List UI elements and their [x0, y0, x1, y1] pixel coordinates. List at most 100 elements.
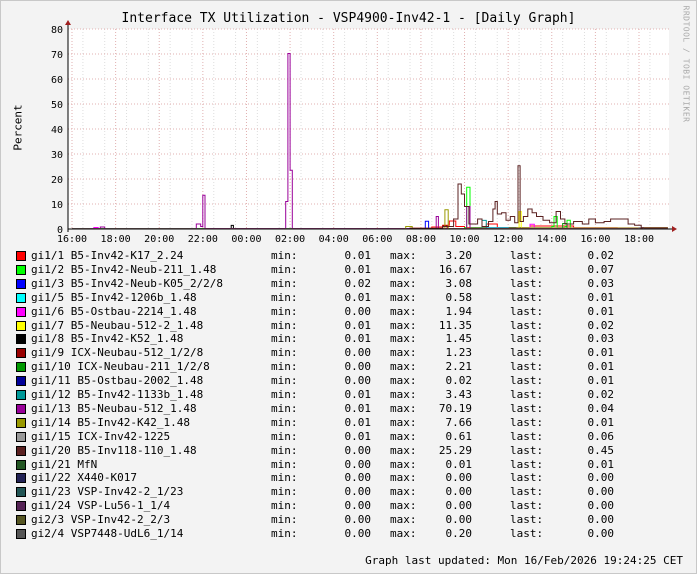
- legend-series-name: gi1/8 B5-Inv42-K52_1.48: [31, 332, 184, 346]
- legend-last-value: 0.02: [587, 249, 615, 262]
- legend-row: gi1/20 B5-Inv118-110_1.48 min: 0.00 max: 25.…: [1, 444, 696, 458]
- legend-row: gi1/21 MfN min: 0.00 max: 0.01 last: 0.01: [1, 458, 696, 472]
- legend-last-label: last:: [510, 485, 544, 499]
- x-tick-label: 12:00: [493, 234, 523, 245]
- x-tick-label: 04:00: [319, 234, 349, 245]
- legend-series-name: gi2/3 VSP-Inv42-2_2/3: [31, 513, 171, 527]
- x-tick-label: 00:00: [231, 234, 261, 245]
- legend-max-value: 0.20: [445, 527, 473, 540]
- legend-max-value: 3.43: [445, 388, 473, 401]
- legend-series-name: gi1/1 B5-Inv42-K17_2.24: [31, 249, 184, 262]
- legend-min-label: min:: [271, 415, 298, 429]
- legend-max-value: 0.00: [445, 485, 473, 499]
- legend-last-value: 0.03: [587, 332, 615, 346]
- legend-min-value: 0.01: [344, 332, 372, 346]
- legend-last-value: 0.06: [587, 429, 615, 443]
- legend-min-label: min:: [271, 332, 298, 346]
- y-tick-label: 80: [51, 25, 63, 36]
- legend-last-value: 0.01: [587, 457, 615, 471]
- legend-max-value: 1.23: [445, 346, 473, 360]
- legend-min-value: 0.01: [344, 249, 372, 262]
- legend-last-label: last:: [510, 249, 544, 262]
- legend-last-label: last:: [510, 429, 544, 443]
- legend-min-value: 0.01: [344, 262, 372, 276]
- x-tick-label: 10:00: [449, 234, 479, 245]
- last-updated: Graph last updated: Mon 16/Feb/2026 19:2…: [365, 554, 683, 567]
- legend-min-value: 0.01: [344, 290, 372, 304]
- legend-row: gi1/8 B5-Inv42-K52_1.48 min: 0.01 max: 1.45 l…: [1, 332, 696, 346]
- legend-swatch: [16, 251, 26, 261]
- legend-row: gi1/13 B5-Neubau-512_1.48 min: 0.01 max: 70.…: [1, 402, 696, 416]
- legend-min-value: 0.00: [344, 443, 372, 457]
- x-tick-label: 14:00: [537, 234, 567, 245]
- y-tick-label: 50: [51, 100, 63, 111]
- legend-last-value: 0.00: [587, 485, 615, 499]
- plot-area: 0102030405060708016:00 18:00 20:00 22:00 00:…: [51, 20, 677, 245]
- legend-min-value: 0.00: [344, 471, 372, 485]
- x-axis-arrow: [672, 226, 677, 232]
- legend-series-name: gi1/13 B5-Neubau-512_1.48: [31, 401, 197, 415]
- legend-series-name: gi1/9 ICX-Neubau-512_1/2/8: [31, 346, 204, 360]
- legend-row: gi1/12 B5-Inv42-1133b_1.48 min: 0.01 max: 3.…: [1, 388, 696, 402]
- x-tick-label: 02:00: [275, 234, 305, 245]
- y-tick-label: 70: [51, 50, 63, 61]
- legend-last-label: last:: [510, 290, 544, 304]
- legend-min-label: min:: [271, 276, 298, 290]
- legend-series-name: gi1/21 MfN: [31, 457, 98, 471]
- legend-row: gi1/6 B5-Ostbau-2214_1.48 min: 0.00 max: 1.9…: [1, 305, 696, 319]
- legend-row: gi1/10 ICX-Neubau-211_1/2/8 min: 0.00 max: 2…: [1, 360, 696, 374]
- legend-min-label: min:: [271, 499, 298, 513]
- legend-swatch: [16, 292, 26, 303]
- legend-last-value: 0.00: [587, 471, 615, 485]
- legend-max-value: 3.20: [445, 249, 473, 262]
- legend-min-label: min:: [271, 401, 298, 415]
- legend-min-value: 0.02: [344, 276, 372, 290]
- legend-row: gi1/15 ICX-Inv42-1225 min: 0.01 max: 0.61 las…: [1, 430, 696, 444]
- legend-last-label: last:: [510, 374, 544, 388]
- legend-series-name: gi1/11 B5-Ostbau-2002_1.48: [31, 374, 204, 388]
- legend-row: gi1/5 B5-Inv42-1206b_1.48 min: 0.01 max: 0.5…: [1, 291, 696, 305]
- legend-last-label: last:: [510, 388, 544, 401]
- legend-last-value: 0.01: [587, 415, 615, 429]
- legend-min-label: min:: [271, 346, 298, 360]
- legend-max-value: 0.01: [445, 457, 473, 471]
- legend-max-value: 0.00: [445, 499, 473, 513]
- legend-max-value: 0.00: [445, 513, 473, 527]
- legend-row: gi1/23 VSP-Inv42-2_1/23 min: 0.00 max: 0.00 l…: [1, 485, 696, 499]
- legend-swatch: [16, 459, 26, 470]
- x-tick-label: 20:00: [144, 234, 174, 245]
- legend-row: gi1/7 B5-Neubau-512-2_1.48 min: 0.01 max: 11…: [1, 319, 696, 333]
- legend-min-label: min:: [271, 388, 298, 401]
- legend-last-label: last:: [510, 457, 544, 471]
- legend-swatch: [16, 417, 26, 428]
- legend-swatch: [16, 348, 26, 359]
- legend-last-value: 0.01: [587, 374, 615, 388]
- legend-row: gi1/1 B5-Inv42-K17_2.24 min: 0.01 max: 3.20 l…: [1, 249, 696, 263]
- legend-min-label: min:: [271, 290, 298, 304]
- legend-max-value: 0.00: [445, 471, 473, 485]
- y-tick-label: 40: [51, 125, 63, 136]
- legend-last-label: last:: [510, 304, 544, 318]
- legend-last-label: last:: [510, 527, 544, 540]
- legend-max-value: 0.02: [445, 374, 473, 388]
- legend-last-value: 0.45: [587, 443, 615, 457]
- legend-row: gi1/3 B5-Inv42-Neub-K05_2/2/8 min: 0.02 max…: [1, 277, 696, 291]
- legend-swatch: [16, 445, 26, 456]
- legend-last-label: last:: [510, 262, 544, 276]
- x-tick-label: 18:00: [624, 234, 654, 245]
- legend-series-name: gi1/3 B5-Inv42-Neub-K05_2/2/8: [31, 276, 224, 290]
- legend-min-value: 0.00: [344, 360, 372, 374]
- legend-row: gi1/24 VSP-Lu56-1_1/4 min: 0.00 max: 0.00 las…: [1, 499, 696, 513]
- legend-min-value: 0.00: [344, 304, 372, 318]
- legend-last-label: last:: [510, 318, 544, 332]
- legend-series-name: gi1/2 B5-Inv42-Neub-211_1.48: [31, 262, 217, 276]
- legend-series-name: gi1/7 B5-Neubau-512-2_1.48: [31, 318, 204, 332]
- legend-min-value: 0.00: [344, 346, 372, 360]
- legend-min-value: 0.01: [344, 401, 372, 415]
- legend-series-name: gi1/14 B5-Inv42-K42_1.48: [31, 415, 190, 429]
- legend-last-value: 0.03: [587, 276, 615, 290]
- legend-min-value: 0.01: [344, 318, 372, 332]
- legend-row: gi2/3 VSP-Inv42-2_2/3 min: 0.00 max: 0.00 las…: [1, 513, 696, 527]
- legend-last-label: last:: [510, 360, 544, 374]
- legend-min-value: 0.00: [344, 485, 372, 499]
